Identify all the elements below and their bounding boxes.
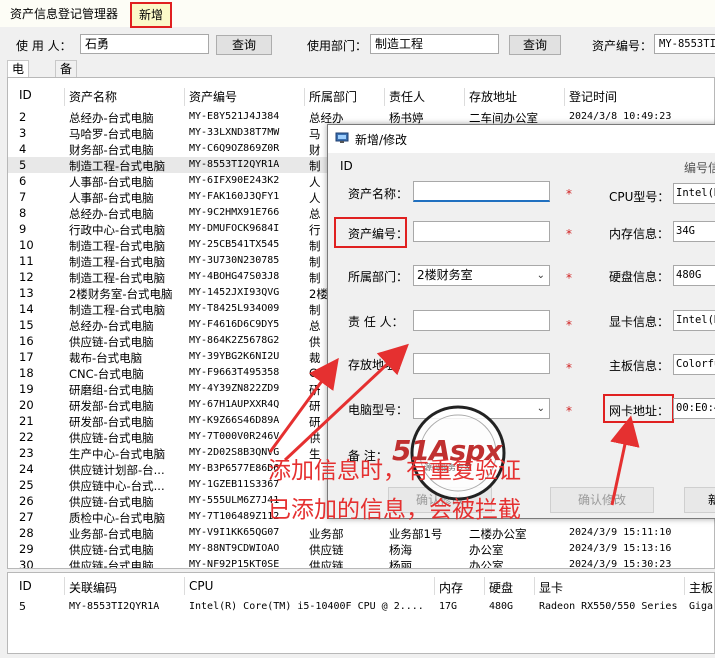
annotation-line-2: 已添加的信息，会被拦截 <box>268 497 521 523</box>
annotation-line-1: 添加信息时，有重复验证 <box>268 458 521 484</box>
annotation-arrows-icon <box>268 343 640 506</box>
